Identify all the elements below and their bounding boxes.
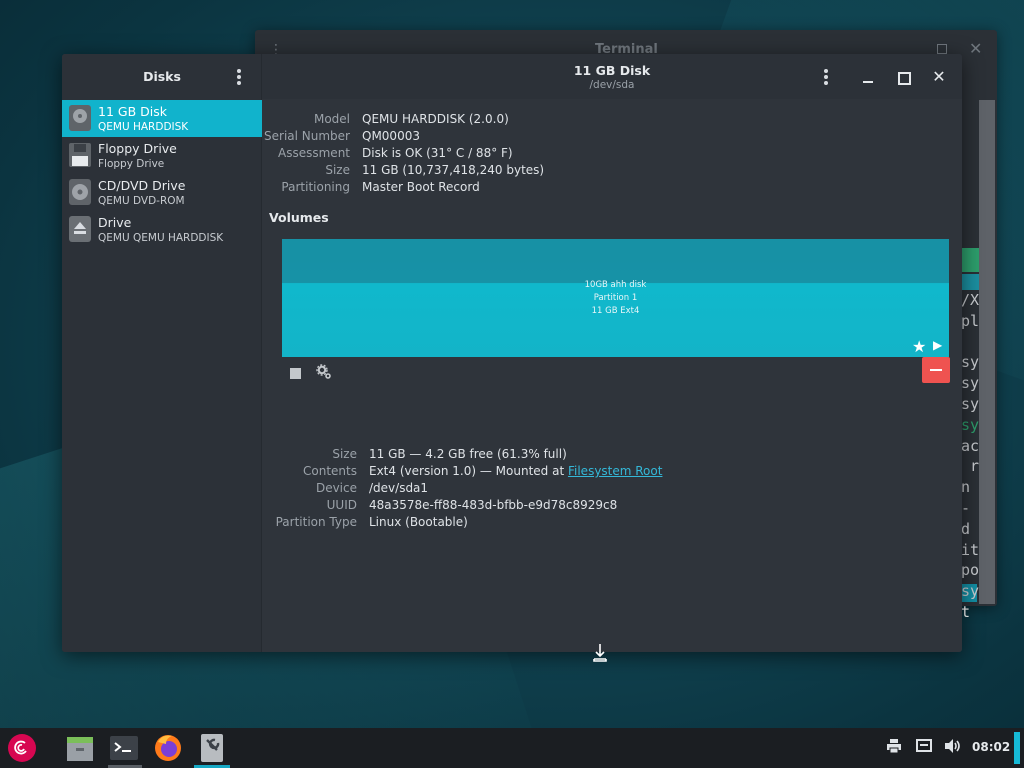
volume-size: 11 GB Ext4 bbox=[591, 306, 640, 316]
info-value: /dev/sda1 bbox=[369, 481, 429, 495]
info-value: Linux (Bootable) bbox=[369, 515, 468, 529]
terminal-line: t bbox=[961, 602, 971, 621]
terminal-output: /X pl sy sy sy sy ac r n -d it po sy t bbox=[961, 290, 979, 646]
terminal-line: it bbox=[961, 540, 980, 559]
clock[interactable]: 08:02 bbox=[972, 740, 1010, 754]
drive-name: Floppy Drive bbox=[98, 141, 177, 156]
optical-drive-icon bbox=[69, 179, 91, 205]
terminal-line: /X bbox=[961, 291, 980, 309]
minimize-button[interactable] bbox=[858, 67, 878, 87]
terminal-line: sy bbox=[961, 353, 980, 372]
terminal-line: n bbox=[961, 478, 971, 497]
disks-app-icon[interactable] bbox=[196, 732, 228, 764]
volumes-heading: Volumes bbox=[269, 210, 329, 225]
volume-bar-top bbox=[282, 239, 949, 283]
mouse-cursor-icon bbox=[593, 644, 607, 662]
drive-name: 11 GB Disk bbox=[98, 104, 167, 119]
terminal-line: sy bbox=[961, 582, 980, 601]
printer-icon[interactable] bbox=[886, 738, 902, 754]
unmount-button[interactable] bbox=[290, 368, 301, 379]
drive-model: QEMU QEMU HARDDISK bbox=[98, 232, 224, 244]
file-manager-icon[interactable] bbox=[64, 732, 96, 764]
star-icon: ★ bbox=[912, 337, 927, 356]
info-value: 11 GB — 4.2 GB free (61.3% full) bbox=[369, 447, 567, 461]
floppy-icon bbox=[69, 143, 91, 167]
drive-sidebar: Disks 11 GB Disk QEMU HARDDISK Floppy Dr… bbox=[62, 54, 262, 652]
firefox-icon[interactable] bbox=[152, 732, 184, 764]
show-desktop-button[interactable] bbox=[1014, 732, 1020, 764]
terminal-line: sy bbox=[961, 394, 980, 413]
hard-disk-icon bbox=[69, 105, 91, 131]
info-value: Master Boot Record bbox=[362, 180, 480, 194]
terminal-line: pl bbox=[961, 311, 980, 330]
info-label: UUID bbox=[326, 498, 357, 512]
disks-window: Disks 11 GB Disk QEMU HARDDISK Floppy Dr… bbox=[62, 54, 962, 652]
info-label: Contents bbox=[303, 464, 357, 478]
info-label: Assessment bbox=[278, 146, 350, 160]
taskbar: 08:02 bbox=[0, 728, 1024, 768]
terminal-line: ac bbox=[961, 436, 980, 455]
volume-partition-name: Partition 1 bbox=[593, 293, 638, 303]
sidebar-title: Disks bbox=[143, 69, 181, 84]
drive-model: QEMU HARDDISK bbox=[98, 121, 189, 133]
sidebar-menu-icon[interactable] bbox=[237, 69, 241, 87]
volume-toolbar bbox=[282, 361, 949, 387]
contents-text: Ext4 (version 1.0) — Mounted at bbox=[369, 464, 568, 478]
disk-details: Model QEMU HARDDISK (2.0.0) Serial Numbe… bbox=[262, 99, 962, 652]
filesystem-root-link[interactable]: Filesystem Root bbox=[568, 464, 662, 478]
terminal-highlight bbox=[961, 274, 979, 290]
drive-item-floppy[interactable]: Floppy Drive Floppy Drive bbox=[62, 137, 262, 174]
volume-label: 10GB ahh disk bbox=[584, 280, 647, 290]
info-label: Model bbox=[313, 112, 350, 126]
terminal-icon[interactable] bbox=[108, 732, 140, 764]
drive-model: Floppy Drive bbox=[98, 158, 165, 170]
info-value: QEMU HARDDISK (2.0.0) bbox=[362, 112, 509, 126]
drive-item-11gb-disk[interactable]: 11 GB Disk QEMU HARDDISK bbox=[62, 100, 262, 137]
page-subtitle: /dev/sda bbox=[589, 79, 635, 91]
network-icon[interactable] bbox=[916, 738, 932, 754]
drive-name: CD/DVD Drive bbox=[98, 178, 186, 193]
drive-model: QEMU DVD-ROM bbox=[98, 195, 185, 207]
volume-icon[interactable] bbox=[944, 738, 962, 754]
terminal-scrollbar[interactable] bbox=[979, 100, 995, 604]
info-value: QM00003 bbox=[362, 129, 420, 143]
info-label: Device bbox=[315, 481, 357, 495]
drive-name: Drive bbox=[98, 215, 132, 230]
eject-drive-icon bbox=[69, 216, 91, 242]
info-label: Size bbox=[325, 163, 350, 177]
terminal-line: r bbox=[961, 457, 980, 476]
terminal-line: po bbox=[961, 561, 980, 580]
terminal-line: -d bbox=[961, 498, 971, 538]
delete-partition-button[interactable] bbox=[922, 357, 950, 383]
terminal-close-icon[interactable]: ✕ bbox=[969, 39, 982, 58]
gear-icon[interactable] bbox=[316, 364, 332, 380]
info-label: Partition Type bbox=[275, 515, 357, 529]
play-icon: ▶ bbox=[933, 338, 943, 352]
maximize-button[interactable] bbox=[893, 67, 913, 87]
debian-menu-icon[interactable] bbox=[6, 732, 38, 764]
terminal-highlight bbox=[961, 248, 979, 272]
terminal-maximize-icon[interactable] bbox=[937, 44, 947, 54]
info-label: Serial Number bbox=[264, 129, 350, 143]
info-value: Disk is OK (31° C / 88° F) bbox=[362, 146, 513, 160]
info-value: Ext4 (version 1.0) — Mounted at Filesyst… bbox=[369, 464, 662, 478]
sidebar-header: Disks bbox=[62, 54, 261, 99]
info-value: 11 GB (10,737,418,240 bytes) bbox=[362, 163, 545, 177]
info-label: Partitioning bbox=[281, 180, 350, 194]
drive-item-cd-dvd[interactable]: CD/DVD Drive QEMU DVD-ROM bbox=[62, 174, 262, 211]
window-header: 11 GB Disk /dev/sda ✕ bbox=[262, 54, 962, 99]
terminal-line: sy bbox=[961, 374, 980, 393]
info-value: 48a3578e-ff88-483d-bfbb-e9d78c8929c8 bbox=[369, 498, 618, 512]
terminal-line: sy bbox=[961, 415, 980, 434]
drive-item-drive[interactable]: Drive QEMU QEMU HARDDISK bbox=[62, 211, 262, 248]
volume-partition-1[interactable]: 10GB ahh disk Partition 1 11 GB Ext4 ★ ▶ bbox=[282, 239, 949, 357]
close-button[interactable]: ✕ bbox=[929, 67, 949, 87]
page-title: 11 GB Disk bbox=[573, 63, 651, 78]
info-label: Size bbox=[332, 447, 357, 461]
drive-menu-icon[interactable] bbox=[824, 69, 828, 87]
